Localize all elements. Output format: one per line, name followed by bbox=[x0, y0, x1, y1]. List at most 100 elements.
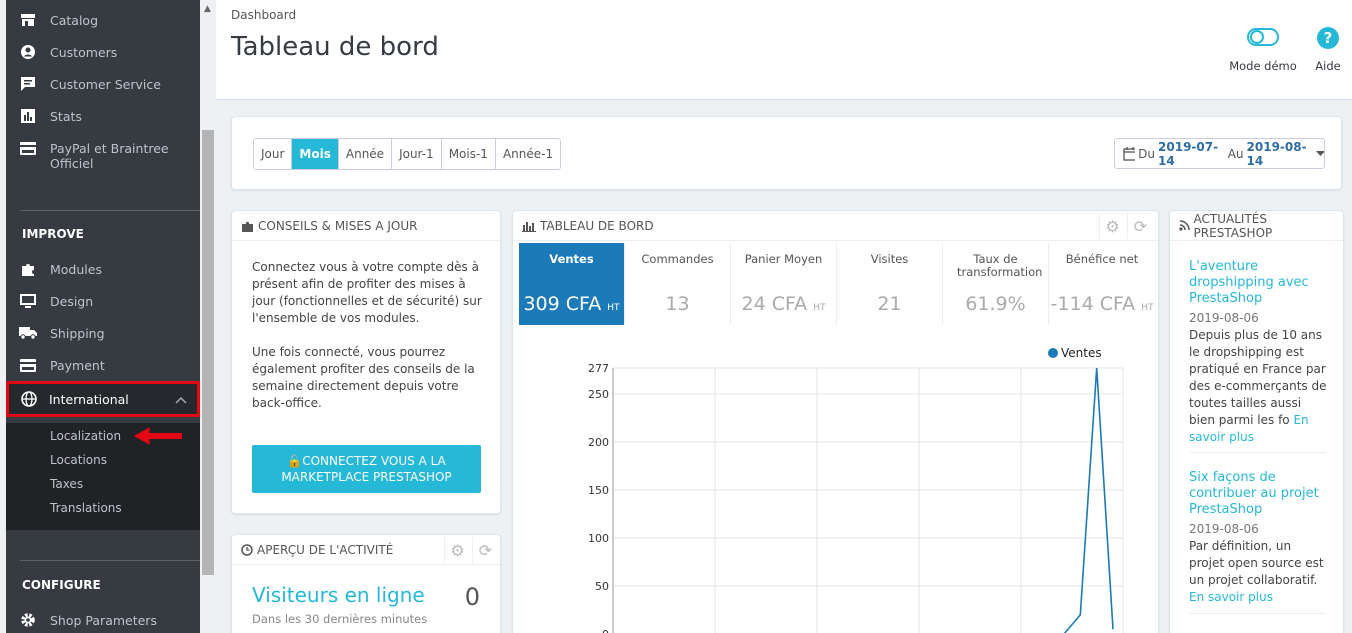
kpi-ventes[interactable]: Ventes 309 CFA HT bbox=[519, 243, 625, 325]
kpi-value: 61.9% bbox=[943, 293, 1048, 315]
clock-icon bbox=[241, 543, 253, 556]
news-item-title[interactable]: Six façons de contribuer au projet Prest… bbox=[1189, 470, 1329, 518]
sales-line-chart: 277 250 200 150 100 50 0 Ventes bbox=[588, 346, 1124, 633]
sidebar-item-label: Stats bbox=[50, 108, 82, 124]
sidebar-item-modules[interactable]: Modules bbox=[6, 254, 200, 284]
help-label: Aide bbox=[1315, 59, 1341, 73]
date-range-picker[interactable]: Du 2019-07-14 Au 2019-08-14 bbox=[1114, 138, 1325, 169]
sidebar-item-stats[interactable]: Stats bbox=[6, 101, 200, 131]
news-read-more-link[interactable]: En savoir plus bbox=[1189, 590, 1273, 604]
marketplace-connect-button[interactable]: 🔓CONNECTEZ VOUS A LA MARKETPLACE PRESTAS… bbox=[252, 445, 481, 493]
kpi-value-text: -114 CFA bbox=[1050, 293, 1136, 315]
news-item-title[interactable]: L'aventure dropshipping avec PrestaShop bbox=[1189, 259, 1329, 307]
sidebar-item-design[interactable]: Design bbox=[6, 286, 200, 316]
caret-down-icon bbox=[1316, 150, 1324, 156]
kpi-value: -114 CFA HT bbox=[1049, 293, 1155, 315]
conseils-panel: CONSEILS & MISES A JOUR Connectez vous à… bbox=[231, 210, 501, 514]
demo-mode-label: Mode démo bbox=[1229, 59, 1297, 73]
date-from: 2019-07-14 bbox=[1158, 139, 1219, 168]
kpi-taux-transformation[interactable]: Taux de transformation 61.9% bbox=[943, 243, 1049, 325]
y-tick-label: 50 bbox=[595, 580, 609, 593]
unlock-icon: 🔓 bbox=[287, 454, 303, 468]
kpi-commandes[interactable]: Commandes 13 bbox=[625, 243, 731, 325]
rss-icon bbox=[1179, 220, 1190, 231]
sidebar-item-label: Design bbox=[50, 293, 94, 309]
sidebar-item-label: PayPal et Braintree Officiel bbox=[50, 141, 169, 171]
period-annee-1-button[interactable]: Année-1 bbox=[495, 139, 561, 169]
kpi-suffix: HT bbox=[607, 303, 620, 313]
kpi-title: Ventes bbox=[549, 252, 594, 266]
marketplace-button-label: CONNECTEZ VOUS A LA MARKETPLACE PRESTASH… bbox=[281, 454, 452, 484]
puzzle-icon bbox=[6, 261, 50, 277]
kpi-value-text: 309 CFA bbox=[523, 293, 602, 315]
kpi-value-text: 21 bbox=[877, 293, 902, 315]
sidebar-item-label: Payment bbox=[50, 357, 105, 373]
sidebar-section-configure: CONFIGURE bbox=[22, 578, 101, 592]
kpi-title: Taux de transformation bbox=[957, 252, 1043, 279]
sidebar-item-label: Shop Parameters bbox=[50, 612, 157, 628]
kpi-value: 309 CFA HT bbox=[519, 293, 624, 315]
kpi-panier-moyen[interactable]: Panier Moyen 24 CFA HT bbox=[731, 243, 837, 325]
period-jour-1-button[interactable]: Jour-1 bbox=[392, 139, 442, 169]
online-visitors-label[interactable]: Visiteurs en ligne bbox=[252, 583, 425, 607]
refresh-icon[interactable]: ⟳ bbox=[1127, 213, 1153, 239]
submenu-item-locations[interactable]: Locations bbox=[50, 453, 107, 467]
scroll-up-icon[interactable]: ▲ bbox=[204, 4, 211, 14]
period-mois-button[interactable]: Mois bbox=[292, 139, 339, 169]
conseils-text-1: Connectez vous à votre compte dès à prés… bbox=[252, 260, 482, 325]
period-annee-button[interactable]: Année bbox=[338, 139, 393, 169]
conseils-header: CONSEILS & MISES A JOUR bbox=[232, 211, 500, 241]
kpi-value: 24 CFA HT bbox=[731, 293, 836, 315]
kpi-title: Bénéfice net bbox=[1065, 252, 1139, 266]
sidebar-item-shop-parameters[interactable]: Shop Parameters bbox=[6, 605, 200, 633]
period-jour-button[interactable]: Jour bbox=[254, 139, 293, 169]
submenu-item-taxes[interactable]: Taxes bbox=[50, 477, 83, 491]
y-tick-label: 150 bbox=[588, 484, 609, 497]
news-item-body: Par définition, un projet open source es… bbox=[1189, 539, 1324, 587]
sidebar-item-shipping[interactable]: Shipping bbox=[6, 318, 200, 348]
y-tick-label: 200 bbox=[588, 436, 609, 449]
sidebar-item-international[interactable]: International bbox=[6, 381, 200, 417]
sidebar-item-customers[interactable]: Customers bbox=[6, 37, 200, 67]
conseils-title: CONSEILS & MISES A JOUR bbox=[258, 218, 418, 233]
y-tick-label: 250 bbox=[588, 388, 609, 401]
sidebar-divider bbox=[20, 210, 200, 211]
submenu-item-localization[interactable]: Localization bbox=[50, 429, 121, 443]
scrollbar-thumb[interactable] bbox=[202, 130, 214, 575]
sidebar-item-customer-service[interactable]: Customer Service bbox=[6, 69, 200, 99]
y-tick-label: 100 bbox=[588, 532, 609, 545]
period-mois-1-button[interactable]: Mois-1 bbox=[441, 139, 496, 169]
sidebar-item-catalog[interactable]: Catalog bbox=[6, 5, 200, 35]
online-visitors-value: 0 bbox=[464, 583, 480, 611]
news-item: L'aventure dropshipping avec PrestaShop … bbox=[1189, 259, 1329, 446]
date-to: 2019-08-14 bbox=[1246, 139, 1307, 168]
sidebar-item-label: Modules bbox=[50, 261, 102, 277]
refresh-icon[interactable]: ⟳ bbox=[472, 537, 498, 563]
date-range-au-label: Au bbox=[1227, 146, 1244, 161]
kpi-visites[interactable]: Visites 21 bbox=[837, 243, 943, 325]
chevron-up-icon bbox=[175, 393, 187, 407]
submenu-item-translations[interactable]: Translations bbox=[50, 501, 122, 515]
news-header: ACTUALITÉS PRESTASHOP bbox=[1170, 211, 1343, 241]
sidebar-divider bbox=[20, 560, 200, 561]
help-button[interactable]: ? Aide bbox=[1308, 26, 1348, 73]
sidebar-item-payment[interactable]: Payment bbox=[6, 350, 200, 380]
kpi-benefice-net[interactable]: Bénéfice net -114 CFA HT bbox=[1049, 243, 1155, 325]
sidebar-item-paypal[interactable]: PayPal et Braintree Officiel bbox=[6, 141, 200, 175]
online-visitors-subtitle: Dans les 30 dernières minutes bbox=[252, 612, 428, 626]
activity-panel: APERÇU DE L'ACTIVITÉ ⚙ ⟳ Visiteurs en li… bbox=[231, 534, 501, 633]
breadcrumb[interactable]: Dashboard bbox=[231, 8, 296, 22]
gear-icon bbox=[6, 612, 50, 628]
chat-icon bbox=[6, 76, 50, 92]
date-range-du-label: Du bbox=[1138, 146, 1156, 161]
page-header: Dashboard Tableau de bord Mode démo ? Ai… bbox=[216, 0, 1352, 100]
dashboard-header: TABLEAU DE BORD bbox=[513, 211, 1158, 241]
bar-chart-icon bbox=[522, 221, 536, 232]
configure-gear-icon[interactable]: ⚙ bbox=[1099, 213, 1125, 239]
demo-mode-toggle[interactable]: Mode démo bbox=[1228, 26, 1298, 73]
card-icon bbox=[6, 358, 50, 372]
bar-chart-icon bbox=[6, 109, 50, 123]
configure-gear-icon[interactable]: ⚙ bbox=[444, 537, 470, 563]
svg-text:?: ? bbox=[1324, 29, 1333, 47]
news-divider bbox=[1189, 452, 1326, 453]
